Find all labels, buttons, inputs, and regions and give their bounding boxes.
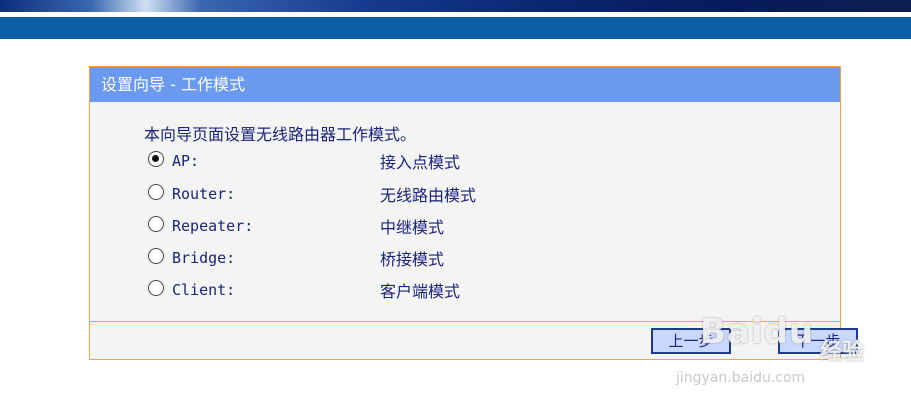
mode-label: Router:: [172, 185, 236, 203]
mode-option-repeater[interactable]: Repeater: 中继模式: [148, 214, 648, 238]
footer-divider: [90, 321, 840, 322]
mode-description: 接入点模式: [380, 153, 461, 172]
mode-radio-ap[interactable]: [148, 151, 164, 167]
watermark-url: jingyan.baidu.com: [676, 370, 806, 386]
mode-description: 无线路由模式: [380, 186, 477, 205]
mode-description: 中继模式: [380, 218, 445, 237]
next-button[interactable]: 下一步: [778, 328, 858, 354]
mode-radio-bridge[interactable]: [148, 248, 164, 264]
mode-option-ap[interactable]: AP: 接入点模式: [148, 149, 648, 173]
top-banner: [0, 0, 911, 12]
mode-description: 客户端模式: [380, 282, 461, 301]
mode-label: AP:: [172, 152, 200, 170]
wizard-panel: 设置向导 - 工作模式 本向导页面设置无线路由器工作模式。 AP: 接入点模式 …: [89, 66, 858, 360]
page-title: 设置向导 - 工作模式: [90, 67, 840, 102]
wizard-intro: 本向导页面设置无线路由器工作模式。: [144, 125, 417, 144]
mode-option-bridge[interactable]: Bridge: 桥接模式: [148, 246, 648, 270]
mode-option-client[interactable]: Client: 客户端模式: [148, 278, 648, 302]
mode-radio-router[interactable]: [148, 184, 164, 200]
header-bar: [0, 17, 911, 39]
mode-label: Repeater:: [172, 217, 254, 235]
mode-option-router[interactable]: Router: 无线路由模式: [148, 182, 648, 206]
prev-button[interactable]: 上一步: [651, 328, 731, 354]
mode-label: Client:: [172, 281, 236, 299]
mode-radio-repeater[interactable]: [148, 216, 164, 232]
mode-label: Bridge:: [172, 249, 236, 267]
mode-radio-client[interactable]: [148, 280, 164, 296]
mode-description: 桥接模式: [380, 250, 445, 269]
